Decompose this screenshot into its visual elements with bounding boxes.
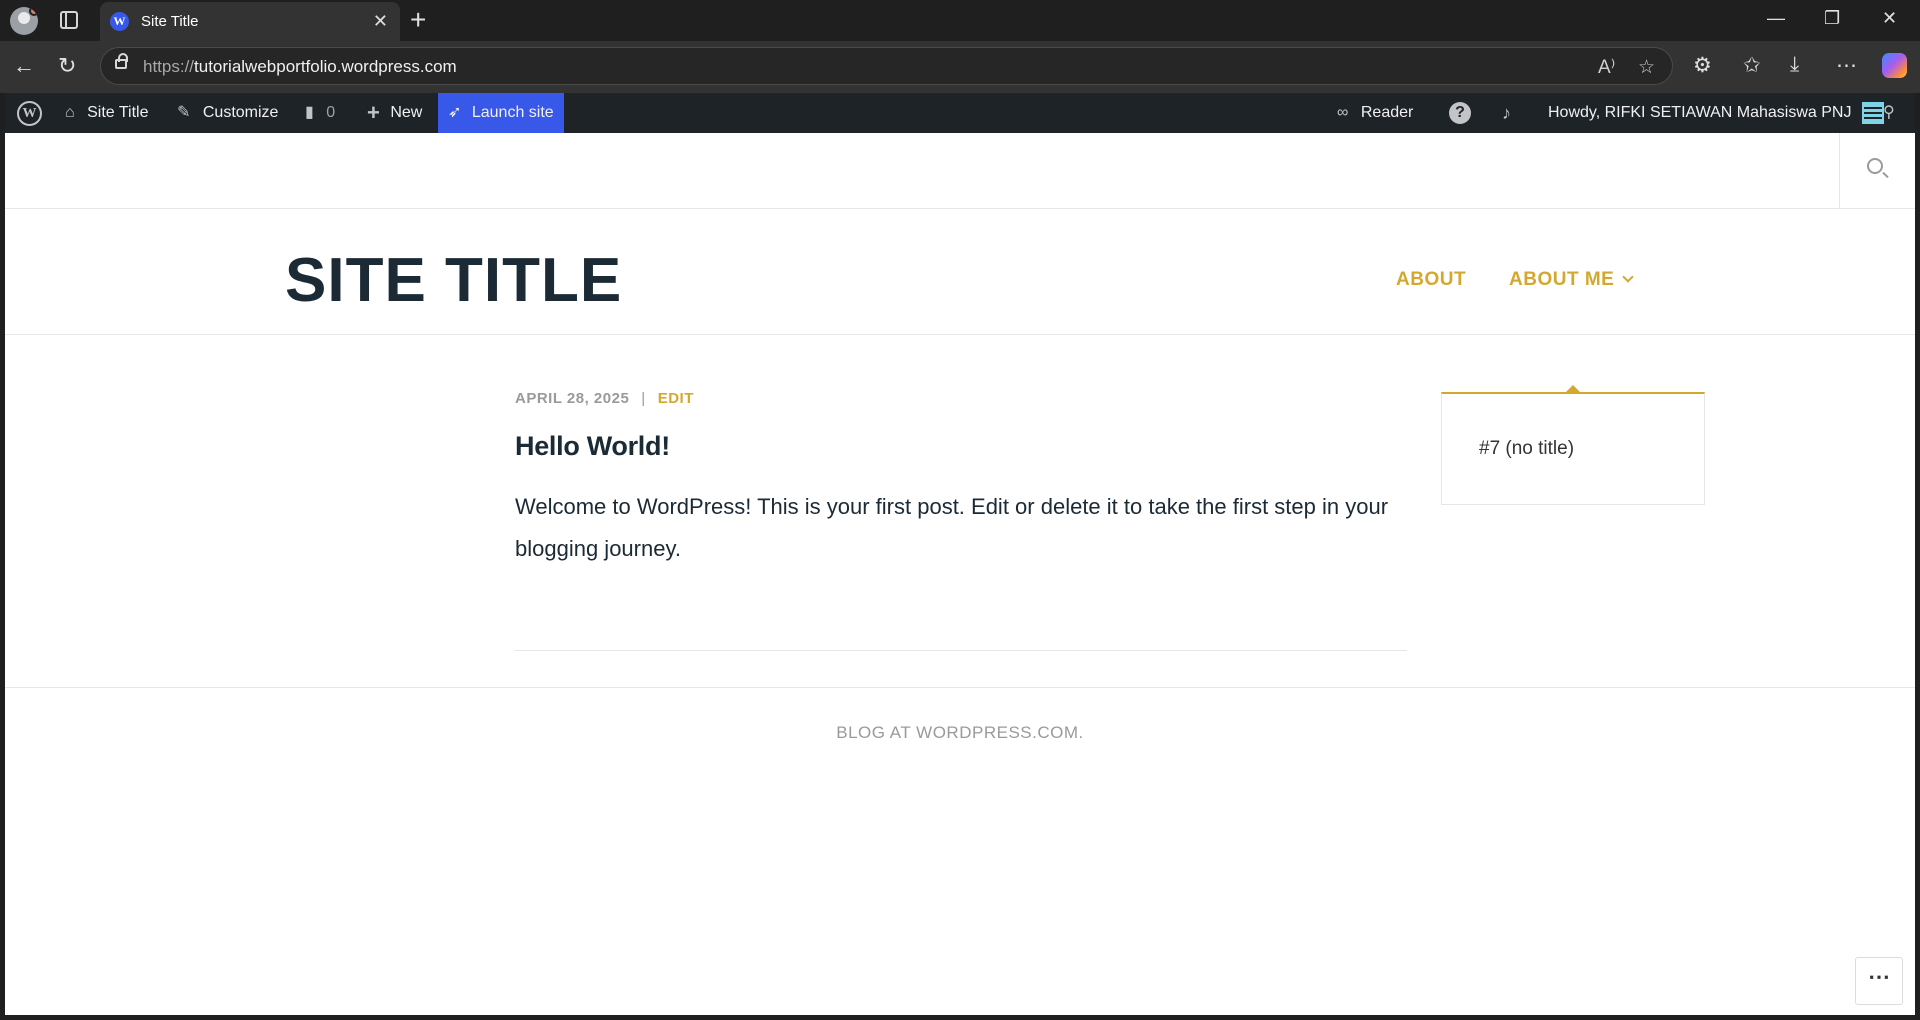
- new-tab-icon[interactable]: +: [410, 4, 426, 36]
- url-scheme: https://: [143, 57, 195, 76]
- post-content: Welcome to WordPress! This is your first…: [515, 494, 1389, 561]
- page-viewport: W ⌂ Site Title ✎ Customize ▮ 0 + New ➶ L…: [5, 93, 1915, 1015]
- comments-count: 0: [326, 104, 336, 122]
- site-search-strip: [5, 133, 1915, 209]
- comment-bubble-icon: ▮: [305, 104, 314, 121]
- browser-tab-strip: W Site Title ✕ + — ❐ ✕: [0, 0, 1920, 41]
- meta-separator: |: [641, 390, 646, 407]
- site-search-toggle[interactable]: [1839, 133, 1915, 209]
- site-header: SITE TITLE ABOUT ABOUT ME: [5, 209, 1915, 335]
- plus-icon: +: [367, 100, 380, 125]
- help-icon[interactable]: ?: [1449, 93, 1471, 133]
- reader-glasses-icon: ∞: [1337, 104, 1349, 121]
- adminbar-account[interactable]: Howdy, RIFKI SETIAWAN Mahasiswa PNJ: [1548, 93, 1884, 133]
- tab-actions-icon[interactable]: [60, 11, 78, 29]
- site-title[interactable]: SITE TITLE: [285, 245, 622, 316]
- nav-about-me[interactable]: ABOUT ME: [1509, 269, 1634, 291]
- adminbar-reader-label: Reader: [1360, 104, 1414, 122]
- adminbar-new-label: New: [390, 104, 423, 122]
- favorites-icon[interactable]: ✩: [1743, 53, 1761, 78]
- chevron-down-icon: [1622, 271, 1634, 283]
- footer-credit[interactable]: BLOG AT WORDPRESS.COM.: [5, 723, 1915, 743]
- home-icon: ⌂: [65, 104, 75, 121]
- wordpress-logo-icon[interactable]: W: [17, 101, 42, 126]
- tab-close-icon[interactable]: ✕: [373, 11, 388, 32]
- refresh-icon[interactable]: ↻: [58, 53, 76, 79]
- wordpress-favicon-icon: W: [110, 12, 129, 31]
- address-bar[interactable]: https://tutorialwebportfolio.wordpress.c…: [100, 47, 1673, 85]
- tab-title: Site Title: [141, 13, 199, 30]
- url-host: tutorialwebportfolio.wordpress.com: [194, 57, 457, 76]
- wp-admin-bar: W ⌂ Site Title ✎ Customize ▮ 0 + New ➶ L…: [5, 93, 1915, 133]
- profile-avatar-icon[interactable]: [10, 7, 38, 35]
- back-icon[interactable]: ←: [13, 53, 35, 79]
- paintbrush-icon: ✎: [177, 104, 191, 121]
- browser-tab-active[interactable]: W Site Title ✕: [100, 2, 400, 41]
- more-options-button[interactable]: ⋯: [1855, 957, 1903, 1005]
- adminbar-customize[interactable]: ✎ Customize: [177, 93, 278, 133]
- adminbar-site-title[interactable]: ⌂ Site Title: [65, 93, 148, 133]
- copilot-icon[interactable]: [1882, 53, 1907, 78]
- post-edit-link[interactable]: EDIT: [658, 390, 694, 407]
- settings-more-icon[interactable]: ⋯: [1836, 53, 1857, 78]
- nav-about[interactable]: ABOUT: [1396, 269, 1466, 291]
- adminbar-reader[interactable]: ∞ Reader: [1337, 93, 1413, 133]
- user-avatar: [1861, 101, 1884, 124]
- post-title[interactable]: Hello World!: [515, 431, 670, 462]
- url-text[interactable]: https://tutorialwebportfolio.wordpress.c…: [143, 57, 457, 77]
- post-date[interactable]: APRIL 28, 2025: [515, 390, 629, 407]
- submenu-item[interactable]: #7 (no title): [1479, 438, 1574, 460]
- launch-site-button[interactable]: ➶ Launch site: [438, 93, 564, 133]
- adminbar-site-title-label: Site Title: [87, 104, 149, 122]
- adminbar-search-icon[interactable]: ⚲: [1883, 93, 1895, 133]
- nav-about-me-label: ABOUT ME: [1509, 269, 1615, 290]
- adminbar-customize-label: Customize: [202, 104, 279, 122]
- launch-site-label: Launch site: [471, 104, 554, 122]
- read-aloud-icon[interactable]: A⁾: [1598, 56, 1615, 79]
- rocket-icon: ➶: [448, 104, 462, 121]
- howdy-text: Howdy, RIFKI SETIAWAN Mahasiswa PNJ: [1548, 104, 1852, 121]
- footer-divider: [5, 687, 1915, 688]
- search-icon: [1867, 158, 1883, 174]
- site-info-lock-icon[interactable]: [115, 53, 128, 69]
- post-divider: [515, 650, 1407, 651]
- browser-toolbar: ← ↻ https://tutorialwebportfolio.wordpre…: [0, 41, 1920, 93]
- minimize-icon[interactable]: —: [1767, 8, 1785, 29]
- adminbar-comments[interactable]: ▮ 0: [305, 93, 335, 133]
- notification-dot: [29, 7, 38, 16]
- favorite-star-icon[interactable]: ☆: [1638, 56, 1655, 79]
- downloads-icon[interactable]: ⤓: [1790, 53, 1799, 77]
- extensions-icon[interactable]: ⚙: [1693, 53, 1712, 78]
- notifications-bell-icon[interactable]: ♪: [1502, 93, 1511, 133]
- close-window-icon[interactable]: ✕: [1882, 8, 1897, 29]
- about-me-submenu: #7 (no title): [1441, 385, 1705, 505]
- post-meta: APRIL 28, 2025 | EDIT: [515, 390, 694, 407]
- restore-icon[interactable]: ❐: [1824, 8, 1840, 29]
- adminbar-new[interactable]: + New: [367, 93, 422, 133]
